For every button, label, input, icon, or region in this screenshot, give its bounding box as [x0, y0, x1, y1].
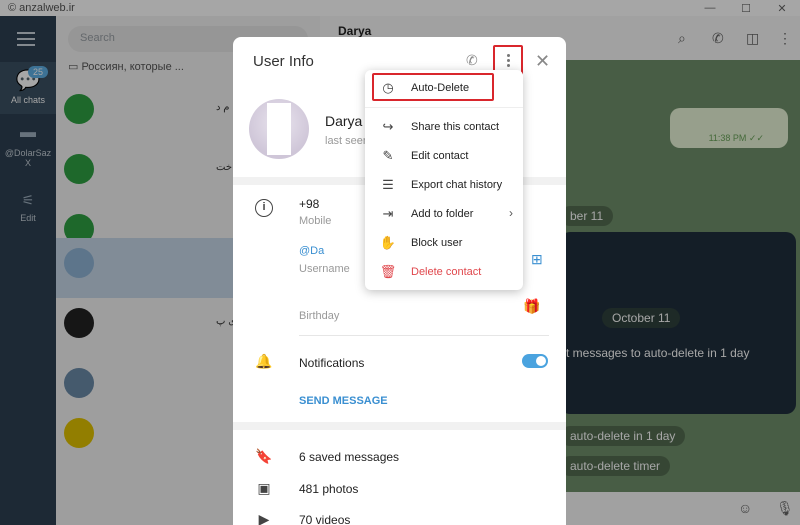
- photo-icon: ▣: [257, 480, 271, 496]
- username-label: Username: [299, 263, 350, 275]
- profile-status: last seen: [325, 135, 370, 147]
- menu-item-label: Add to folder: [411, 208, 474, 220]
- dialog-title: User Info: [253, 53, 314, 70]
- birthday-label: Birthday: [299, 310, 340, 322]
- photos-count[interactable]: 481 photos: [299, 482, 358, 496]
- vertical-dots-icon: [506, 53, 510, 68]
- bookmark-icon: 🔖: [255, 448, 273, 464]
- menu-item-block-user[interactable]: ✋ Block user: [365, 229, 523, 258]
- close-icon[interactable]: ✕: [535, 51, 550, 72]
- send-message-button[interactable]: SEND MESSAGE: [299, 395, 388, 407]
- menu-item-edit-contact[interactable]: ✎ Edit contact: [365, 142, 523, 171]
- menu-item-export-history[interactable]: ☰ Export chat history: [365, 171, 523, 200]
- more-options-menu: ◷ Auto-Delete ↪ Share this contact ✎ Edi…: [365, 70, 523, 290]
- phone-label: Mobile: [299, 215, 332, 227]
- info-icon: i: [255, 199, 273, 217]
- divider: [233, 422, 566, 430]
- highlight-box: [372, 73, 494, 101]
- bell-icon: 🔔: [255, 353, 273, 369]
- hand-icon: ✋: [379, 235, 397, 250]
- menu-item-label: Edit contact: [411, 150, 469, 162]
- qr-code-icon[interactable]: ⊞: [531, 251, 543, 268]
- trash-icon: 🗑: [379, 264, 397, 279]
- profile-name: Darya: [325, 113, 363, 129]
- profile-avatar[interactable]: [249, 99, 309, 159]
- username-value[interactable]: @Da: [299, 245, 324, 257]
- menu-item-label: Share this contact: [411, 121, 500, 133]
- menu-item-label: Block user: [411, 237, 463, 249]
- divider: [299, 335, 549, 336]
- pencil-icon: ✎: [382, 148, 394, 163]
- gift-icon[interactable]: 🎁: [523, 298, 540, 315]
- menu-item-label: Export chat history: [411, 179, 503, 191]
- menu-item-delete-contact[interactable]: 🗑 Delete contact: [365, 258, 523, 287]
- notifications-label: Notifications: [299, 356, 365, 370]
- menu-item-add-to-folder[interactable]: ⇥ Add to folder ›: [365, 200, 523, 229]
- videos-count[interactable]: 70 videos: [299, 513, 350, 525]
- folder-add-icon: ⇥: [382, 206, 394, 221]
- video-icon: ▶: [258, 511, 270, 525]
- saved-messages-count[interactable]: 6 saved messages: [299, 450, 399, 464]
- divider: [365, 107, 523, 108]
- notifications-toggle[interactable]: [522, 354, 548, 368]
- menu-item-label: Delete contact: [411, 266, 482, 278]
- share-icon: ↪: [382, 119, 394, 134]
- call-icon[interactable]: ✆: [466, 52, 478, 69]
- menu-item-share-contact[interactable]: ↪ Share this contact: [365, 113, 523, 142]
- export-icon: ☰: [382, 177, 394, 192]
- phone-value[interactable]: +98: [299, 197, 319, 211]
- chevron-right-icon: ›: [509, 206, 513, 220]
